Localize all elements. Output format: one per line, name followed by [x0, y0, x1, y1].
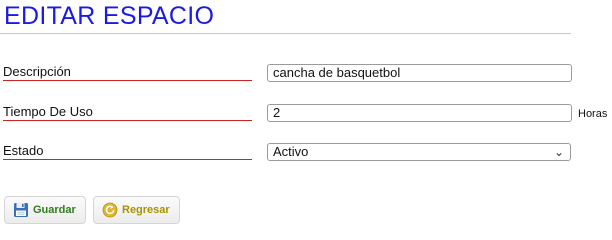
save-button-label: Guardar — [33, 204, 76, 216]
page-title: EDITAR ESPACIO — [4, 2, 215, 30]
back-arrow-icon — [102, 202, 118, 218]
floppy-disk-icon — [14, 203, 28, 217]
descripcion-input[interactable]: cancha de basquetbol — [267, 64, 572, 82]
estado-selected-value: Activo — [273, 144, 309, 159]
estado-select[interactable]: Activo ⌄ — [267, 143, 571, 161]
tiempo-uso-label: Tiempo De Uso — [3, 104, 252, 121]
tiempo-uso-input[interactable]: 2 — [267, 104, 572, 122]
tiempo-uso-unit: Horas — [578, 108, 608, 120]
back-button[interactable]: Regresar — [93, 196, 180, 224]
back-button-label: Regresar — [122, 204, 170, 216]
save-button[interactable]: Guardar — [4, 196, 86, 224]
estado-label: Estado — [3, 143, 252, 160]
chevron-down-icon: ⌄ — [553, 145, 564, 159]
descripcion-label: Descripción — [3, 64, 252, 81]
title-divider — [0, 33, 571, 34]
